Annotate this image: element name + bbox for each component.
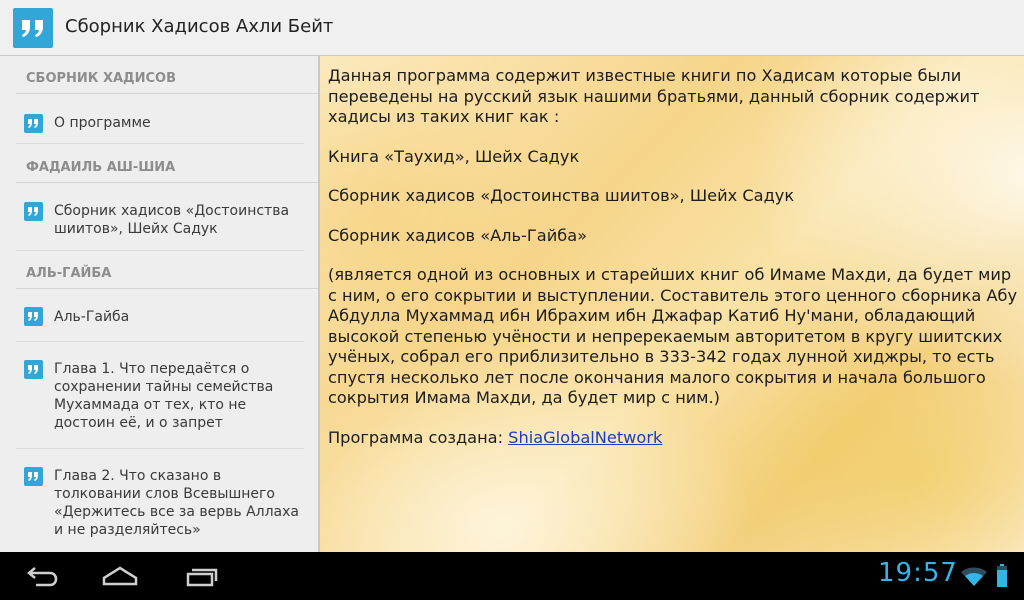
book-item: Сборник хадисов «Аль-Гайба» bbox=[328, 225, 588, 245]
section-header-hadith-collection: СБОРНИК ХАДИСОВ bbox=[16, 56, 318, 94]
sidebar-item-al-ghayba[interactable]: Аль-Гайба bbox=[16, 289, 304, 342]
navigation-drawer: СБОРНИК ХАДИСОВ О программе ФАДАИЛЬ АШ-Ш… bbox=[0, 56, 320, 552]
quote-icon bbox=[24, 467, 43, 486]
about-text: Данная программа содержит известные книг… bbox=[328, 66, 1018, 448]
book-item: Книга «Таухид», Шейх Садук bbox=[328, 146, 580, 166]
credits-label: Программа создана: bbox=[328, 427, 509, 447]
wifi-icon bbox=[960, 567, 988, 587]
sidebar-item-about[interactable]: О программе bbox=[16, 94, 304, 144]
battery-icon bbox=[996, 564, 1008, 588]
system-navigation-bar bbox=[0, 552, 1024, 600]
quote-icon bbox=[24, 307, 43, 326]
app-title: Сборник Хадисов Ахли Бейт bbox=[65, 16, 334, 37]
credits-line: Программа создана: ShiaGlobalNetwork bbox=[328, 428, 1018, 449]
app-quote-icon[interactable] bbox=[13, 8, 53, 48]
quote-icon bbox=[24, 360, 43, 379]
sidebar-item-chapter-2[interactable]: Глава 2. Что сказано в толковании слов В… bbox=[16, 450, 304, 552]
section-header-al-ghayba: АЛЬ-ГАЙБА bbox=[16, 251, 318, 289]
sidebar-item-label: Глава 2. Что сказано в толковании слов В… bbox=[54, 468, 299, 538]
sidebar-item-label: О программе bbox=[54, 115, 151, 131]
book-item: Сборник хадисов «Достоинства шиитов», Ше… bbox=[328, 186, 795, 205]
status-clock: 19:57 bbox=[878, 558, 958, 588]
shiaglobalnetwork-link[interactable]: ShiaGlobalNetwork bbox=[508, 428, 662, 447]
content-pane: Данная программа содержит известные книг… bbox=[320, 56, 1024, 552]
sidebar-item-label: Сборник хадисов «Достоинства шиитов», Ше… bbox=[54, 203, 290, 237]
action-bar: Сборник Хадисов Ахли Бейт bbox=[0, 0, 1024, 56]
sidebar-item-chapter-1[interactable]: Глава 1. Что передаётся о сохранении тай… bbox=[16, 343, 304, 449]
sidebar-item-shia-virtues[interactable]: Сборник хадисов «Достоинства шиитов», Ше… bbox=[16, 183, 304, 251]
home-icon[interactable] bbox=[100, 562, 140, 590]
intro-paragraph: Данная программа содержит известные книг… bbox=[328, 66, 980, 126]
back-icon[interactable] bbox=[22, 562, 62, 590]
sidebar-item-label: Аль-Гайба bbox=[54, 309, 130, 325]
sidebar-item-label: Глава 1. Что передаётся о сохранении тай… bbox=[54, 361, 274, 431]
book-description: (является одной из основных и старейших … bbox=[328, 265, 1018, 407]
recent-apps-icon[interactable] bbox=[182, 562, 222, 590]
quote-icon bbox=[24, 202, 43, 221]
section-header-fadail: ФАДАИЛЬ АШ-ШИА bbox=[16, 145, 318, 183]
quote-icon bbox=[24, 114, 43, 133]
